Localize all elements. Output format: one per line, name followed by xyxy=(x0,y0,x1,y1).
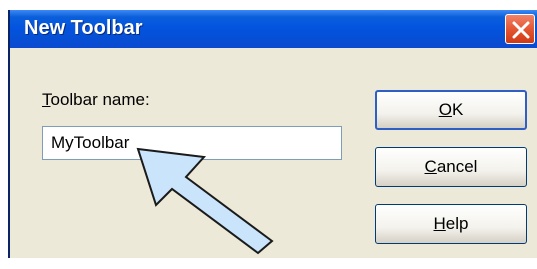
help-button[interactable]: Help xyxy=(375,204,527,244)
ok-label: K xyxy=(451,100,464,119)
toolbar-name-label-accel: T xyxy=(42,90,51,109)
ok-button[interactable]: OK xyxy=(375,90,527,130)
toolbar-name-label: Toolbar name: xyxy=(42,90,150,110)
ok-accel: O xyxy=(438,100,452,119)
cancel-label: ancel xyxy=(436,157,478,176)
title-bar[interactable]: New Toolbar xyxy=(10,10,537,48)
new-toolbar-dialog: New Toolbar Toolbar name: MyToolbar OK C… xyxy=(8,10,537,258)
toolbar-name-label-text: oolbar name: xyxy=(50,90,150,109)
close-icon xyxy=(512,21,530,39)
dialog-title: New Toolbar xyxy=(24,17,143,39)
cancel-accel: C xyxy=(424,157,437,176)
help-accel: H xyxy=(433,214,446,233)
callout-arrow-icon xyxy=(136,147,274,255)
help-label: elp xyxy=(445,214,469,233)
cancel-button[interactable]: Cancel xyxy=(375,147,527,187)
close-button[interactable] xyxy=(505,14,535,44)
